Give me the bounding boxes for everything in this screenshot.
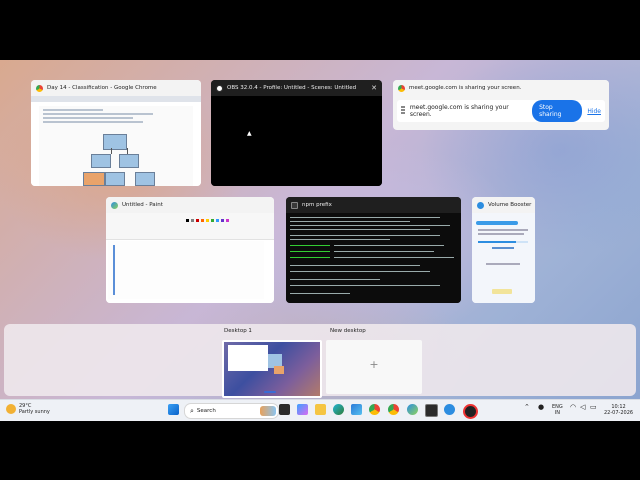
window-title: npm prefix [302,202,332,208]
window-screen-share[interactable]: meet.google.com is sharing your screen. … [393,80,609,130]
volume-booster-taskbar-icon[interactable] [444,404,455,415]
window-paint[interactable]: Untitled - Paint [106,197,274,303]
chrome-taskbar-icon[interactable] [369,404,380,415]
window-preview [472,213,535,303]
window-titlebar: Volume Booster [472,197,535,213]
partly-sunny-icon [6,404,16,414]
terminal-output [286,213,461,303]
chrome-icon [398,84,405,92]
obs-taskbar-icon[interactable] [463,404,478,419]
weather-desc: Partly sunny [19,409,50,415]
drag-handle-icon[interactable] [401,106,405,116]
search-placeholder: Search [196,408,216,414]
copilot-icon[interactable] [297,404,308,415]
chrome-profile-icon[interactable] [388,404,399,415]
search-box[interactable]: ⌕ Search [184,403,279,419]
speaker-icon[interactable]: ◁ [580,404,585,411]
window-obs[interactable]: OBS 32.0.4 - Profile: Untitled - Scenes:… [211,80,382,186]
obs-icon [216,84,223,92]
terminal-taskbar-icon[interactable] [425,404,438,417]
edge-icon[interactable] [333,404,344,415]
notebook-preview [39,106,193,186]
battery-icon[interactable]: ▭ [590,404,597,411]
paint-ribbon [106,213,274,240]
tree-node [103,134,127,150]
new-desktop-label: New desktop [330,328,366,334]
close-icon[interactable]: ✕ [371,84,377,92]
search-highlight-icon [260,406,276,416]
window-titlebar: OBS 32.0.4 - Profile: Untitled - Scenes:… [211,80,382,96]
paint-canvas [108,241,264,299]
weather-widget[interactable]: 29°C Partly sunny [6,403,50,415]
window-terminal[interactable]: npm prefix [286,197,461,303]
active-desktop-indicator [264,391,276,393]
paint-taskbar-icon[interactable] [407,404,418,415]
window-titlebar: npm prefix [286,197,461,213]
clock[interactable]: 10:12 22-07-2026 [604,404,633,416]
new-desktop-button[interactable]: + [326,340,422,394]
language-indicator[interactable]: ENG IN [552,404,563,416]
taskbar: 29°C Partly sunny ⌕ Search ⌃ ● ENG IN ◠ … [0,399,640,421]
window-title: Untitled - Paint [122,202,163,208]
plus-icon: + [369,358,379,371]
chrome-icon [36,84,43,92]
window-titlebar: Day 14 - Classification - Google Chrome [31,80,201,96]
virtual-desktops-bar: Desktop 1 New desktop + [4,324,636,398]
window-titlebar: meet.google.com is sharing your screen. [393,80,609,96]
desktop-1-thumbnail[interactable] [222,340,322,398]
tree-node [91,154,111,168]
window-preview: ▲ [211,96,382,186]
task-view-icon[interactable] [279,404,290,415]
tree-node [83,172,105,186]
start-icon[interactable] [168,404,179,415]
screen-share-bar: meet.google.com is sharing your screen. … [397,100,605,122]
volume-booster-icon [477,201,484,209]
microphone-icon[interactable]: ● [538,404,544,411]
window-preview [31,96,201,186]
task-view: Day 14 - Classification - Google Chrome [0,60,640,420]
tree-node [135,172,155,186]
store-icon[interactable] [351,404,362,415]
window-preview [106,213,274,303]
tab-strip [31,96,201,102]
window-titlebar: Untitled - Paint [106,197,274,213]
window-title: meet.google.com is sharing your screen. [409,85,522,91]
terminal-icon [291,201,298,209]
search-icon: ⌕ [190,406,194,415]
window-title: Volume Booster [488,202,532,208]
share-message: meet.google.com is sharing your screen. [409,104,509,118]
tree-node [119,154,139,168]
tree-node [105,172,125,186]
cursor-icon: ▲ [247,130,252,137]
hide-link[interactable]: Hide [587,108,601,115]
window-title: Day 14 - Classification - Google Chrome [47,85,157,91]
window-chrome[interactable]: Day 14 - Classification - Google Chrome [31,80,201,186]
window-volume-booster[interactable]: Volume Booster [472,197,535,303]
paint-icon [111,201,118,209]
file-explorer-icon[interactable] [315,404,326,415]
lang-bottom: IN [554,410,560,416]
wifi-icon[interactable]: ◠ [570,404,576,411]
clock-date: 22-07-2026 [604,410,634,416]
window-title: OBS 32.0.4 - Profile: Untitled - Scenes:… [227,85,357,91]
desktop-1-label: Desktop 1 [224,328,252,334]
stop-sharing-button[interactable]: Stop sharing [532,100,583,122]
chevron-up-icon[interactable]: ⌃ [524,404,530,411]
